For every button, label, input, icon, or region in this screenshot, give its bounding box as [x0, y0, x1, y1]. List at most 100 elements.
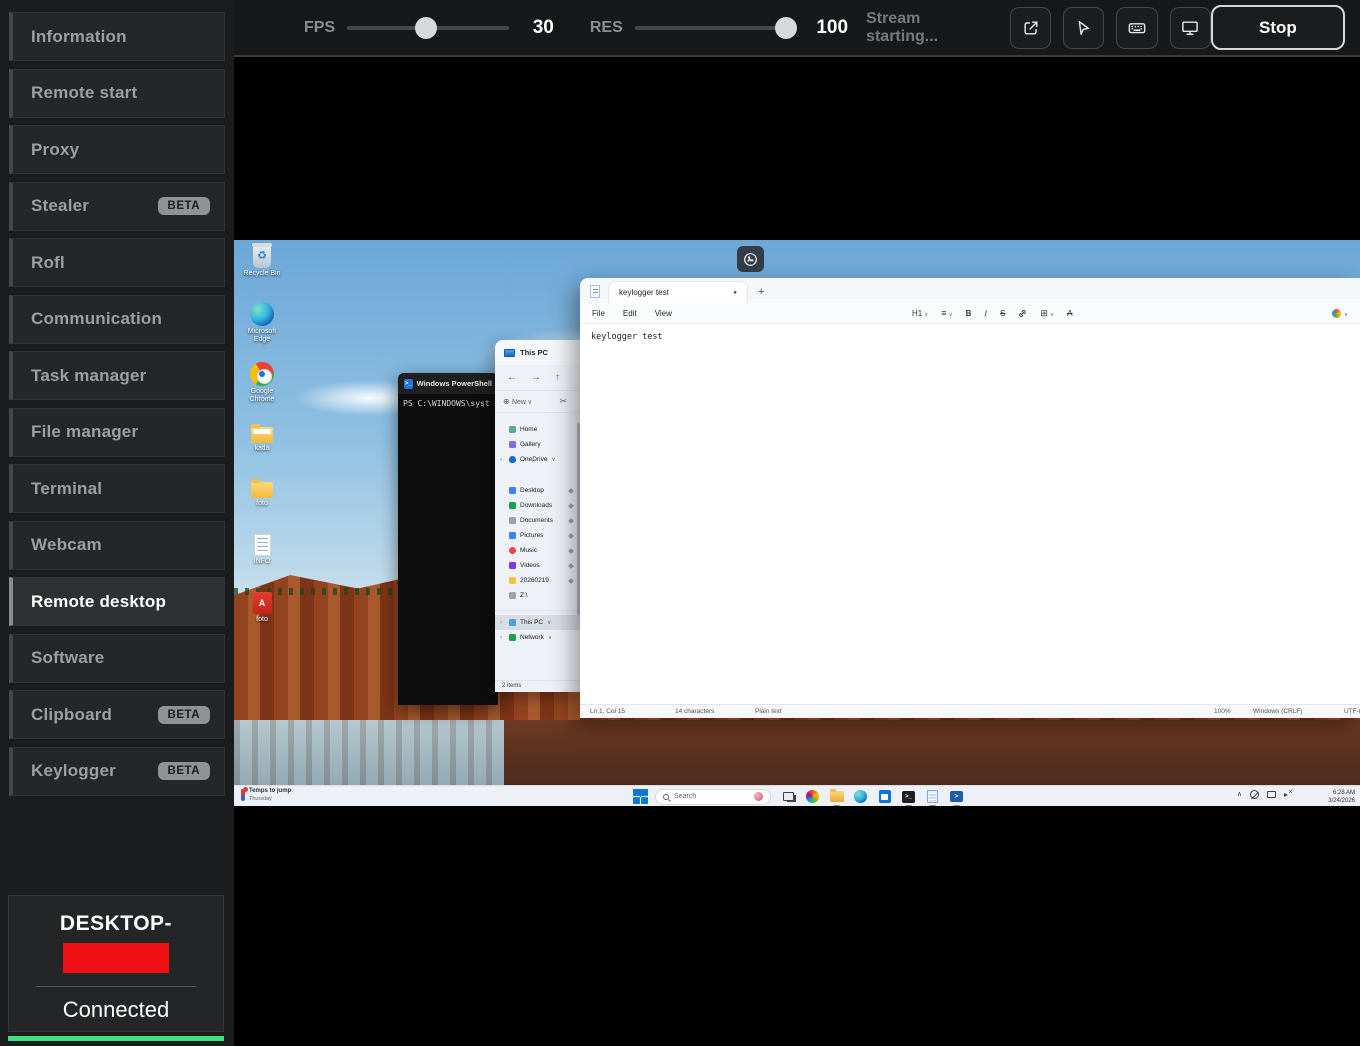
remote-desktop-stream[interactable]: Recycle Bin Microsoft Edge Google Chrome…	[234, 240, 1360, 806]
fps-slider[interactable]	[347, 17, 509, 39]
explorer-titlebar[interactable]: This PC	[495, 340, 581, 365]
tray-chevron-up-icon[interactable]	[1237, 791, 1242, 798]
explorer-nav-home[interactable]: Home	[495, 422, 581, 437]
new-tab-button[interactable]	[758, 286, 764, 298]
explorer-nav-desktop[interactable]: Desktop	[495, 483, 581, 498]
network-disconnected-icon[interactable]	[1250, 790, 1259, 799]
fps-label: FPS	[304, 19, 335, 37]
sidebar-item-task-manager[interactable]: Task manager	[9, 351, 225, 400]
back-icon[interactable]: ←	[507, 372, 517, 383]
powershell-titlebar[interactable]: >_ Windows PowerShell	[398, 373, 498, 394]
remote-cursor-button[interactable]	[1063, 7, 1104, 49]
desktop-icon-folder[interactable]: katla	[240, 422, 284, 453]
menu-view[interactable]: View	[655, 309, 672, 318]
sidebar-item-webcam[interactable]: Webcam	[9, 521, 225, 570]
fps-value: 30	[533, 17, 554, 39]
zoom-level[interactable]: 100%	[1214, 708, 1231, 715]
desktop-icon-recycle-bin[interactable]: Recycle Bin	[240, 246, 284, 278]
sidebar-item-software[interactable]: Software	[9, 634, 225, 683]
powershell-output[interactable]: PS C:\WINDOWS\syst	[398, 394, 498, 413]
unsaved-indicator-icon	[733, 290, 737, 296]
explorer-tree: This PC Network	[495, 610, 581, 645]
desktop-icon-pdf[interactable]: A foto	[240, 592, 284, 624]
sidebar-item-information[interactable]: Information	[9, 12, 225, 61]
sidebar-item-stealer[interactable]: StealerBETA	[9, 182, 225, 231]
task-view-button[interactable]	[780, 788, 797, 805]
open-external-button[interactable]	[1010, 7, 1051, 49]
file-explorer-button[interactable]	[828, 788, 845, 805]
sidebar-item-file-manager[interactable]: File manager	[9, 408, 225, 457]
notepad-editor[interactable]: keylogger test	[580, 324, 1360, 350]
explorer-nav-documents[interactable]: Documents	[495, 513, 581, 528]
sidebar-item-clipboard[interactable]: ClipboardBETA	[9, 690, 225, 739]
divider	[36, 986, 196, 987]
file-explorer-window[interactable]: This PC ← → ↑ New Home Gallery OneDrive …	[495, 340, 581, 692]
desktop-icon-info-doc[interactable]: INFO	[240, 534, 284, 566]
powershell-window[interactable]: >_ Windows PowerShell PS C:\WINDOWS\syst	[398, 373, 498, 705]
menu-file[interactable]: File	[592, 309, 605, 318]
system-tray	[1237, 790, 1294, 799]
edge-button[interactable]	[852, 788, 869, 805]
notepad-tab[interactable]: keylogger test	[608, 281, 748, 303]
chrome-icon	[250, 362, 274, 386]
taskbar-search[interactable]: Search	[655, 789, 771, 805]
explorer-tree-network[interactable]: Network	[495, 630, 581, 645]
terminal-button[interactable]: >_	[900, 788, 917, 805]
menu-edit[interactable]: Edit	[623, 309, 637, 318]
explorer-command-bar: New	[495, 390, 581, 413]
remote-keyboard-button[interactable]	[1116, 7, 1157, 49]
clear-format-button[interactable]	[1067, 308, 1073, 318]
image-icon	[742, 251, 759, 268]
taskbar-clock[interactable]: 6:28 AM 3/24/2026	[1328, 789, 1355, 805]
table-dropdown[interactable]	[1040, 308, 1054, 319]
sidebar-item-remote-desktop[interactable]: Remote desktop	[9, 577, 225, 626]
explorer-tree-this-pc[interactable]: This PC	[495, 615, 581, 630]
desktop-icon-folder[interactable]: foto	[240, 477, 284, 508]
copilot-menu[interactable]	[1332, 309, 1348, 318]
sidebar-item-proxy[interactable]: Proxy	[9, 125, 225, 174]
stop-stream-button[interactable]: Stop	[1211, 5, 1345, 50]
up-icon[interactable]: ↑	[555, 372, 560, 383]
explorer-nav-z-drive[interactable]: Z:\	[495, 588, 581, 603]
explorer-nav-gallery[interactable]: Gallery	[495, 437, 581, 452]
notepad-button[interactable]	[924, 788, 941, 805]
weather-widget[interactable]: Temps to jump Thursday	[241, 788, 291, 802]
desktop-icon-edge[interactable]: Microsoft Edge	[240, 302, 284, 345]
sidebar-item-terminal[interactable]: Terminal	[9, 464, 225, 513]
bold-button[interactable]: B	[966, 309, 972, 318]
explorer-nav-onedrive[interactable]: OneDrive	[495, 452, 581, 467]
remote-display-button[interactable]	[1170, 7, 1211, 49]
store-button[interactable]	[876, 788, 893, 805]
explorer-nav-videos[interactable]: Videos	[495, 558, 581, 573]
res-slider-thumb[interactable]	[775, 17, 797, 39]
forward-icon[interactable]: →	[531, 372, 541, 383]
sidebar-item-communication[interactable]: Communication	[9, 295, 225, 344]
explorer-nav-pictures[interactable]: Pictures	[495, 528, 581, 543]
list-dropdown[interactable]	[941, 308, 952, 318]
notepad-window[interactable]: keylogger test File Edit View H1 B I S	[580, 278, 1360, 718]
stream-overlay-widget[interactable]	[737, 246, 764, 272]
strikethrough-button[interactable]: S	[1000, 309, 1005, 318]
volume-muted-icon[interactable]	[1284, 790, 1294, 799]
start-button[interactable]	[633, 789, 648, 804]
sidebar-item-remote-start[interactable]: Remote start	[9, 69, 225, 118]
fps-slider-thumb[interactable]	[415, 17, 437, 39]
italic-button[interactable]: I	[984, 309, 987, 318]
heading-dropdown[interactable]: H1	[912, 309, 928, 318]
sidebar-item-rofl[interactable]: Rofl	[9, 238, 225, 287]
display-icon[interactable]	[1267, 791, 1276, 798]
explorer-nav-music[interactable]: Music	[495, 543, 581, 558]
sidebar-item-label: Information	[31, 27, 127, 47]
pdf-icon: A	[253, 592, 272, 614]
res-slider[interactable]	[635, 17, 797, 39]
powershell-button[interactable]: >	[948, 788, 965, 805]
new-button[interactable]: New	[503, 397, 532, 406]
explorer-nav-dated-folder[interactable]: 20260219	[495, 573, 581, 588]
cut-icon[interactable]	[559, 396, 567, 407]
desktop-icon-chrome[interactable]: Google Chrome	[240, 362, 284, 405]
link-button[interactable]	[1018, 309, 1027, 318]
photos-button[interactable]	[804, 788, 821, 805]
explorer-nav-downloads[interactable]: Downloads	[495, 498, 581, 513]
terminal-icon: >_	[902, 791, 915, 803]
sidebar-item-keylogger[interactable]: KeyloggerBETA	[9, 747, 225, 796]
